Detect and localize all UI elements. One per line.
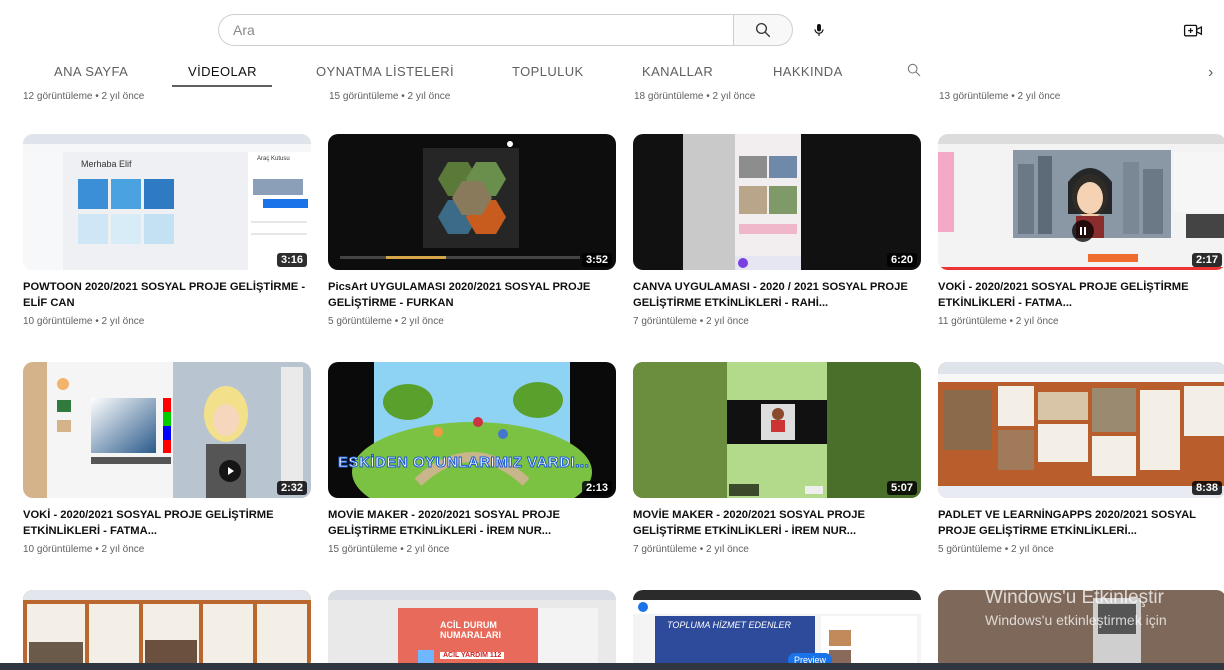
video-duration: 3:52 <box>581 253 612 267</box>
search-bar <box>218 14 835 46</box>
video-duration: 5:07 <box>886 481 917 495</box>
video-title[interactable]: VOKİ - 2020/2021 SOSYAL PROJE GELİŞTİRME… <box>23 507 311 539</box>
windows-activation-watermark: Windows'u Etkinleştir Windows'u etkinleş… <box>985 587 1167 631</box>
video-title[interactable]: PADLET VE LEARNİNGAPPS 2020/2021 SOSYAL … <box>938 507 1224 539</box>
tab-playlists[interactable]: OYNATMA LİSTELERİ <box>316 64 454 79</box>
video-meta: 13 görüntüleme • 2 yıl önce <box>939 91 1061 102</box>
video-meta: 11 görüntüleme • 2 yıl önce <box>938 316 1059 327</box>
thumbnail-text: ACİL YARDIM 112 <box>440 652 505 659</box>
video-title[interactable]: POWTOON 2020/2021 SOSYAL PROJE GELİŞTİRM… <box>23 279 311 311</box>
video-meta: 7 görüntüleme • 2 yıl önce <box>633 544 749 555</box>
video-meta: 5 görüntüleme • 2 yıl önce <box>328 316 444 327</box>
search-button[interactable] <box>733 14 793 46</box>
voice-search-button[interactable] <box>803 14 835 46</box>
video-duration: 2:13 <box>581 481 612 495</box>
channel-tabs: ANA SAYFA VİDEOLAR OYNATMA LİSTELERİ TOP… <box>0 56 1224 88</box>
tab-channels[interactable]: KANALLAR <box>642 64 713 79</box>
video-title[interactable]: MOVİE MAKER - 2020/2021 SOSYAL PROJE GEL… <box>328 507 616 539</box>
active-tab-indicator <box>172 85 272 87</box>
video-thumbnail[interactable]: 2:17 <box>938 134 1224 270</box>
video-thumbnail[interactable]: Merhaba Elif Araç Kutusu 3:16 <box>23 134 311 270</box>
video-duration: 2:32 <box>276 481 307 495</box>
search-input[interactable] <box>218 14 733 46</box>
video-title[interactable]: CANVA UYGULAMASI - 2020 / 2021 SOSYAL PR… <box>633 279 921 311</box>
video-title[interactable]: VOKİ - 2020/2021 SOSYAL PROJE GELİŞTİRME… <box>938 279 1224 311</box>
tab-community[interactable]: TOPLULUK <box>512 64 584 79</box>
video-title[interactable]: MOVİE MAKER - 2020/2021 SOSYAL PROJE GEL… <box>633 507 921 539</box>
thumbnail-text: Araç Kutusu <box>257 156 290 162</box>
play-icon <box>219 460 241 482</box>
video-meta: 18 görüntüleme • 2 yıl önce <box>634 91 756 102</box>
video-duration: 6:20 <box>886 253 917 267</box>
bottom-bar <box>0 663 1224 670</box>
video-thumbnail[interactable]: 8:38 <box>938 362 1224 498</box>
video-card[interactable]: 2:17 VOKİ - 2020/2021 SOSYAL PROJE GELİŞ… <box>938 134 1224 327</box>
video-thumbnail[interactable]: 3:52 <box>328 134 616 270</box>
tab-videos[interactable]: VİDEOLAR <box>188 64 257 79</box>
chevron-right-icon[interactable]: › <box>1208 64 1213 82</box>
thumbnail-text: Merhaba Elif <box>81 159 132 169</box>
video-meta: 5 görüntüleme • 2 yıl önce <box>938 544 1054 555</box>
video-thumbnail[interactable]: 6:20 <box>633 134 921 270</box>
video-title[interactable]: PicsArt UYGULAMASI 2020/2021 SOSYAL PROJ… <box>328 279 616 311</box>
tab-home[interactable]: ANA SAYFA <box>54 64 128 79</box>
video-card[interactable]: 3:52 PicsArt UYGULAMASI 2020/2021 SOSYAL… <box>328 134 616 327</box>
channel-search-button[interactable] <box>906 62 922 83</box>
video-card[interactable]: ESKİDEN OYUNLARIMIZ VARDI... 2:13 MOVİE … <box>328 362 616 555</box>
search-icon <box>907 63 921 77</box>
video-duration: 8:38 <box>1191 481 1222 495</box>
thumbnail-text: ACİL DURUM NUMARALARI <box>440 620 501 640</box>
video-duration: 3:16 <box>276 253 307 267</box>
search-icon <box>755 22 771 38</box>
video-card[interactable]: 6:20 CANVA UYGULAMASI - 2020 / 2021 SOSY… <box>633 134 921 327</box>
video-meta: 15 görüntüleme • 2 yıl önce <box>329 91 451 102</box>
video-thumbnail[interactable]: 2:32 <box>23 362 311 498</box>
mic-icon <box>814 24 824 36</box>
tab-about[interactable]: HAKKINDA <box>773 64 843 79</box>
video-thumbnail[interactable]: TOPLUMA HİZMET EDENLER <box>633 590 921 670</box>
thumbnail-text: TOPLUMA HİZMET EDENLER <box>667 620 792 630</box>
video-meta: 12 görüntüleme • 2 yıl önce <box>23 91 145 102</box>
video-thumbnail[interactable]: 5:07 <box>633 362 921 498</box>
video-card[interactable]: 5:07 MOVİE MAKER - 2020/2021 SOSYAL PROJ… <box>633 362 921 555</box>
video-card[interactable]: TOPLUMA HİZMET EDENLER <box>633 590 921 670</box>
video-duration: 2:17 <box>1191 253 1222 267</box>
watermark-line: Windows'u etkinleştirmek için <box>985 612 1167 628</box>
video-card[interactable]: 2:32 VOKİ - 2020/2021 SOSYAL PROJE GELİŞ… <box>23 362 311 555</box>
video-thumbnail[interactable] <box>23 590 311 670</box>
video-meta: 7 görüntüleme • 2 yıl önce <box>633 316 749 327</box>
thumbnail-text: ESKİDEN OYUNLARIMIZ VARDI... <box>338 454 590 471</box>
video-card[interactable]: 8:38 PADLET VE LEARNİNGAPPS 2020/2021 SO… <box>938 362 1224 555</box>
video-meta: 15 görüntüleme • 2 yıl önce <box>328 544 450 555</box>
pause-icon <box>1072 220 1094 242</box>
video-thumbnail[interactable]: ESKİDEN OYUNLARIMIZ VARDI... 2:13 <box>328 362 616 498</box>
video-card[interactable] <box>23 590 311 670</box>
watermark-line: Windows'u Etkinleştir <box>985 587 1164 608</box>
create-button[interactable] <box>1180 18 1206 44</box>
video-meta: 10 görüntüleme • 2 yıl önce <box>23 544 145 555</box>
create-video-icon <box>1183 24 1203 37</box>
video-card[interactable]: ACİL DURUM NUMARALARI ACİL YARDIM 112 <box>328 590 616 670</box>
video-card[interactable]: Merhaba Elif Araç Kutusu 3:16 POWTOON 20… <box>23 134 311 327</box>
video-meta: 10 görüntüleme • 2 yıl önce <box>23 316 145 327</box>
video-thumbnail[interactable]: ACİL DURUM NUMARALARI ACİL YARDIM 112 <box>328 590 616 670</box>
